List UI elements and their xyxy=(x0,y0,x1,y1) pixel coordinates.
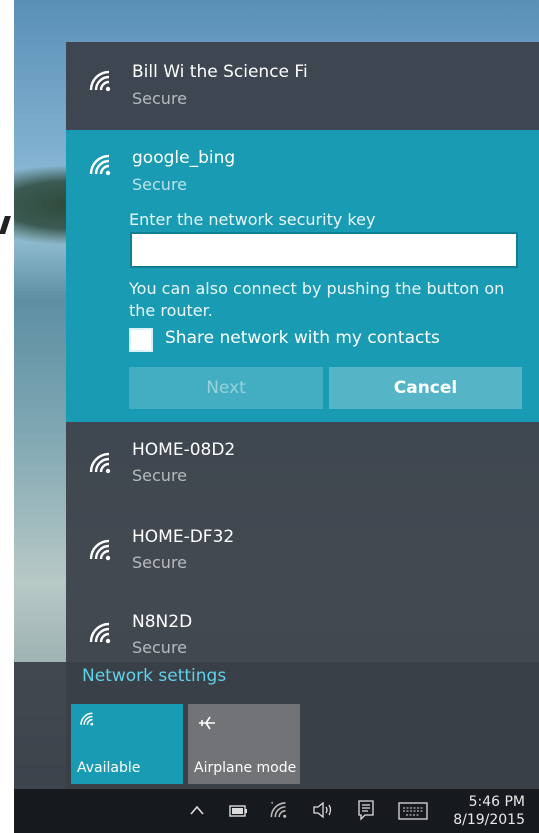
airplane-mode-tile[interactable]: Airplane mode xyxy=(188,704,300,784)
network-name: Bill Wi the Science Fi xyxy=(132,62,308,82)
network-status: Secure xyxy=(132,175,188,194)
wifi-icon xyxy=(89,539,111,561)
network-status: Secure xyxy=(132,89,188,108)
battery-icon[interactable] xyxy=(229,805,249,817)
wps-hint-text: You can also connect by pushing the butt… xyxy=(129,279,505,320)
clock-date: 8/19/2015 xyxy=(453,812,525,828)
wifi-icon xyxy=(89,622,111,644)
volume-icon[interactable] xyxy=(312,801,334,819)
airplane-icon xyxy=(199,716,215,730)
network-status: Secure xyxy=(132,638,188,657)
selected-network-panel: google_bing Secure Enter the network sec… xyxy=(66,130,539,422)
wifi-icon xyxy=(80,712,94,726)
tile-label: Airplane mode xyxy=(194,760,297,776)
network-status: Secure xyxy=(132,466,188,485)
security-key-label: Enter the network security key xyxy=(129,210,376,229)
network-name: HOME-08D2 xyxy=(132,440,236,460)
network-name: N8N2D xyxy=(132,612,193,632)
network-name: HOME-DF32 xyxy=(132,527,235,547)
wifi-icon xyxy=(89,70,111,92)
network-item-n8n2d[interactable]: N8N2D Secure xyxy=(66,596,539,658)
network-status: Secure xyxy=(132,553,188,572)
wifi-icon xyxy=(89,452,111,474)
taskbar-clock[interactable]: 5:46 PM 8/19/2015 xyxy=(453,793,525,829)
cursor-mark xyxy=(0,216,11,234)
chevron-up-icon[interactable] xyxy=(190,805,204,815)
action-center-icon[interactable] xyxy=(357,799,375,821)
network-item-home-df32[interactable]: HOME-DF32 Secure xyxy=(66,509,539,596)
wifi-icon[interactable] xyxy=(269,799,291,821)
security-key-input[interactable] xyxy=(130,232,518,268)
cancel-button[interactable]: Cancel xyxy=(329,367,522,409)
network-item-home-08d2[interactable]: HOME-08D2 Secure xyxy=(66,422,539,509)
share-network-checkbox[interactable] xyxy=(129,328,153,352)
network-item-bill-wi[interactable]: Bill Wi the Science Fi Secure xyxy=(66,42,539,129)
tile-label: Available xyxy=(77,760,141,776)
keyboard-icon[interactable] xyxy=(398,802,428,820)
wifi-available-tile[interactable]: Available xyxy=(71,704,183,784)
share-network-label: Share network with my contacts xyxy=(165,328,440,348)
clock-time: 5:46 PM xyxy=(468,794,525,810)
taskbar: 5:46 PM 8/19/2015 xyxy=(14,789,539,833)
network-name: google_bing xyxy=(132,148,236,168)
wifi-icon xyxy=(89,154,111,176)
network-settings-link[interactable]: Network settings xyxy=(82,666,226,686)
next-button[interactable]: Next xyxy=(129,367,323,409)
